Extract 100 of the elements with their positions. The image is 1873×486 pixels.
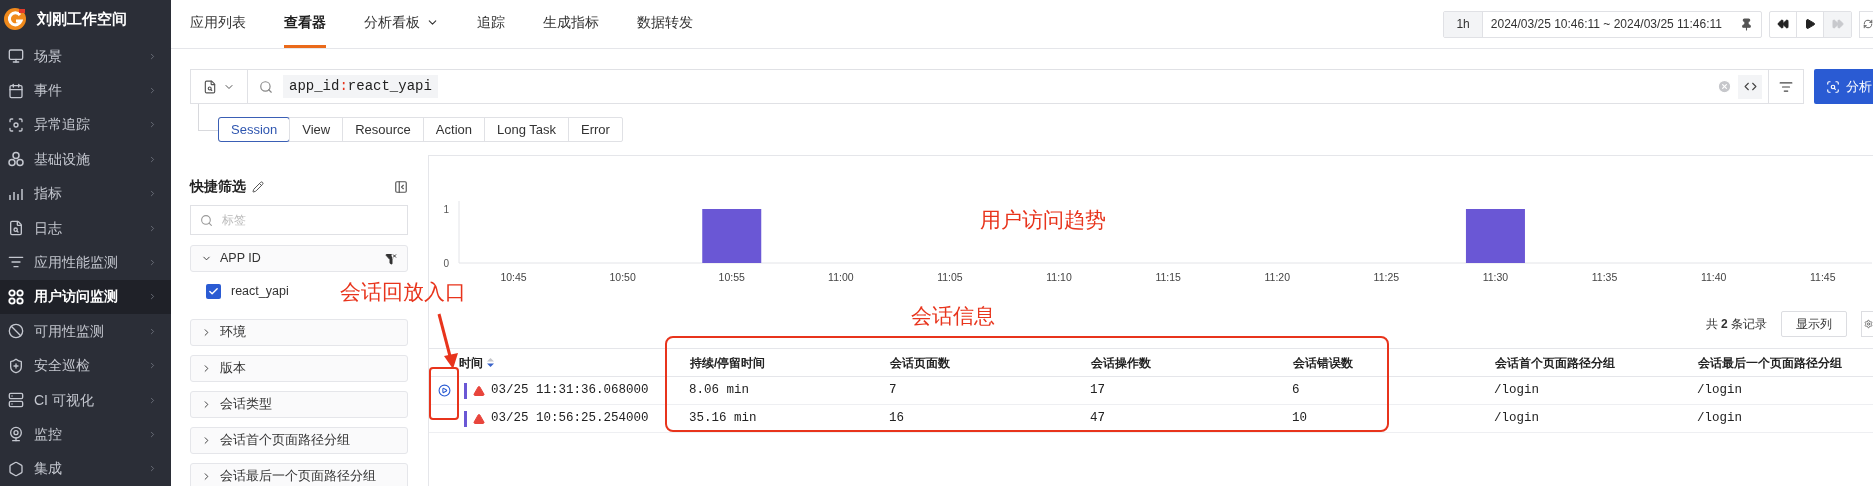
collapse-panel-icon[interactable] bbox=[394, 179, 408, 194]
table-cell-text: 03/25 10:56:25.254000 bbox=[491, 410, 649, 428]
option-label: react_yapi bbox=[231, 282, 289, 300]
column-header[interactable]: 会话操作数 bbox=[1091, 353, 1151, 372]
table-cell-text: /login bbox=[1697, 382, 1742, 400]
data-type-tab[interactable]: View bbox=[289, 118, 343, 141]
table-cell-text: /login bbox=[1494, 410, 1539, 428]
column-header[interactable]: 会话错误数 bbox=[1293, 353, 1353, 372]
nav-tab[interactable]: 追踪 bbox=[477, 0, 505, 48]
table-cell-text: 7 bbox=[889, 382, 897, 400]
column-header[interactable]: 时间 bbox=[459, 353, 483, 372]
query-bar[interactable]: app_id:react_yapi bbox=[190, 69, 1804, 104]
range-label: 1h bbox=[1444, 11, 1483, 37]
filter-group[interactable]: APP ID bbox=[190, 245, 408, 272]
analyze-button[interactable]: 分析 bbox=[1814, 69, 1873, 104]
table-row[interactable]: 03/25 11:31:36.068000 8.06 min 7 17 6 /login /login bbox=[429, 377, 1873, 405]
sidebar-item[interactable]: 用户访问监测 bbox=[0, 279, 171, 315]
refresh-button[interactable] bbox=[1859, 10, 1873, 38]
shield-plus-icon bbox=[8, 357, 24, 374]
settings-icon bbox=[1864, 318, 1873, 330]
circles-icon bbox=[8, 151, 24, 168]
sidebar-item[interactable]: 日志 bbox=[0, 210, 171, 246]
filter-group[interactable]: 版本 bbox=[190, 355, 408, 382]
columns-button[interactable]: 显示列 bbox=[1781, 311, 1847, 337]
data-type-tab[interactable]: Resource bbox=[342, 118, 423, 141]
edit-icon[interactable] bbox=[252, 180, 264, 193]
annotation-frame bbox=[429, 367, 459, 420]
annotation-label: 会话回放入口 bbox=[340, 279, 466, 305]
bar bbox=[702, 209, 762, 263]
replay-button[interactable] bbox=[437, 384, 451, 397]
warning-icon bbox=[473, 384, 485, 397]
file-search-icon bbox=[203, 79, 217, 94]
chevron-right-icon bbox=[148, 189, 157, 199]
nav-tab[interactable]: 查看器 bbox=[284, 0, 326, 48]
ban-icon bbox=[8, 323, 24, 340]
x-tick-label: 11:25 bbox=[1373, 271, 1400, 283]
x-tick-label: 11:35 bbox=[1591, 271, 1618, 283]
sidebar-item[interactable]: 事件 bbox=[0, 73, 171, 108]
filter-group[interactable]: 会话首个页面路径分组 bbox=[190, 427, 408, 454]
column-header[interactable]: 会话最后一个页面路径分组 bbox=[1698, 353, 1842, 372]
sidebar-item[interactable]: 监控 bbox=[0, 417, 171, 452]
table-cell-text: /login bbox=[1697, 410, 1742, 428]
checkbox[interactable] bbox=[206, 283, 221, 299]
x-tick-label: 11:20 bbox=[1264, 271, 1290, 283]
filter-group[interactable]: 环境 bbox=[190, 319, 408, 346]
sidebar-item[interactable]: 可用性监测 bbox=[0, 314, 171, 349]
chevron-right-icon bbox=[148, 429, 157, 439]
sidebar-item[interactable]: 安全巡检 bbox=[0, 348, 171, 383]
sidebar-item[interactable]: 异常追踪 bbox=[0, 107, 171, 143]
filter-group[interactable]: 会话最后一个页面路径分组 bbox=[190, 463, 408, 486]
sidebar-item[interactable]: CI 可视化 bbox=[0, 382, 171, 418]
table-cell-text: 35.16 min bbox=[689, 410, 757, 428]
nav-tab[interactable]: 分析看板 bbox=[364, 0, 439, 48]
sidebar-item[interactable]: 指标 bbox=[0, 176, 171, 211]
data-type-tab[interactable]: Error bbox=[568, 118, 622, 141]
nav-tab[interactable]: 生成指标 bbox=[543, 0, 599, 48]
data-type-tab[interactable]: Action bbox=[422, 118, 484, 141]
table-cell-text: 10 bbox=[1292, 410, 1307, 428]
code-icon bbox=[1743, 80, 1757, 93]
search-icon bbox=[200, 214, 213, 227]
x-tick-label: 10:50 bbox=[609, 271, 636, 283]
table-cell-text: 6 bbox=[1292, 382, 1300, 400]
bar bbox=[1465, 209, 1525, 263]
sidebar-item[interactable]: 场景 bbox=[0, 38, 171, 74]
annotation-label: 会话信息 bbox=[911, 303, 995, 329]
sidebar-item[interactable]: 基础设施 bbox=[0, 142, 171, 177]
chevron-right-icon bbox=[148, 154, 157, 164]
sidebar-item[interactable]: 应用性能监测 bbox=[0, 245, 171, 280]
pin-icon[interactable] bbox=[1740, 17, 1753, 31]
chevron-right-icon bbox=[148, 51, 157, 61]
nav-tab[interactable]: 数据转发 bbox=[637, 0, 693, 48]
clear-filter-icon[interactable] bbox=[385, 252, 397, 265]
data-type-tab[interactable]: Long Task bbox=[484, 118, 568, 141]
monitor-icon bbox=[8, 48, 24, 65]
chevron-right-icon bbox=[148, 257, 157, 267]
filter-group[interactable]: 会话类型 bbox=[190, 391, 408, 418]
sort-icon[interactable] bbox=[487, 358, 494, 367]
refresh-icon bbox=[1863, 18, 1873, 30]
query-text[interactable]: app_id:react_yapi bbox=[283, 75, 438, 98]
column-header[interactable]: 会话页面数 bbox=[890, 353, 950, 372]
data-type-tab[interactable]: Session bbox=[219, 118, 290, 141]
sidebar-item[interactable]: 集成 bbox=[0, 451, 171, 486]
chevron-right-icon bbox=[148, 86, 157, 95]
tag-search-field[interactable]: 标签 bbox=[190, 205, 408, 235]
table-cell-text: 47 bbox=[1090, 410, 1105, 428]
warning-icon bbox=[473, 412, 485, 425]
nav-tab[interactable]: 应用列表 bbox=[190, 0, 246, 48]
table-row[interactable]: 03/25 10:56:25.254000 35.16 min 16 47 10 /login /login bbox=[429, 405, 1873, 433]
code-button[interactable] bbox=[1738, 74, 1762, 99]
column-header[interactable]: 会话首个页面路径分组 bbox=[1495, 353, 1615, 372]
chevron-right-icon bbox=[148, 292, 157, 302]
webcam-icon bbox=[8, 426, 24, 443]
table-cell-text: 16 bbox=[889, 410, 904, 428]
hexagon-icon bbox=[8, 460, 24, 477]
settings-button[interactable] bbox=[1861, 311, 1873, 337]
x-tick-label: 10:55 bbox=[718, 271, 745, 283]
column-header[interactable]: 持续/停留时间 bbox=[690, 353, 766, 372]
file-search-icon bbox=[8, 220, 24, 237]
time-range-picker[interactable]: 1h 2024/03/25 10:46:11 ~ 2024/03/25 11:46:11 bbox=[1443, 10, 1762, 38]
table-cell-text: 17 bbox=[1090, 382, 1105, 400]
